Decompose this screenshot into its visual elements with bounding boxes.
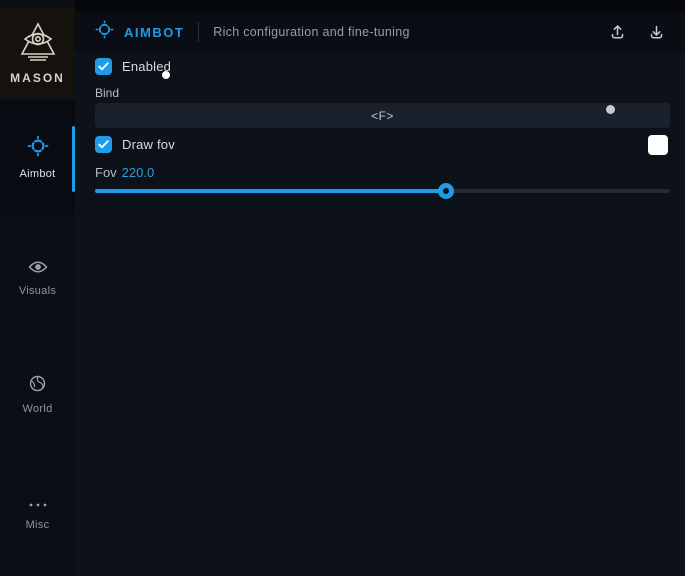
bind-input[interactable]: <F> xyxy=(95,103,670,128)
draw-fov-checkbox[interactable] xyxy=(95,136,112,153)
mason-app-window: MASON Aimbot Visuals xyxy=(0,0,685,576)
sidebar-item-aimbot[interactable]: Aimbot xyxy=(0,100,75,215)
page-subtitle: Rich configuration and fine-tuning xyxy=(213,25,409,39)
check-icon xyxy=(98,140,109,149)
logo: MASON xyxy=(0,7,75,98)
page-header: AIMBOT Rich configuration and fine-tunin… xyxy=(75,12,685,52)
active-indicator-bar xyxy=(72,126,75,192)
fov-color-swatch[interactable] xyxy=(648,135,668,155)
sidebar-item-misc[interactable]: Misc xyxy=(0,490,75,536)
sidebar-item-visuals[interactable]: Visuals xyxy=(0,255,75,301)
draw-fov-label: Draw fov xyxy=(122,137,175,152)
check-icon xyxy=(98,62,109,71)
bind-label: Bind xyxy=(95,86,119,100)
top-strip xyxy=(75,0,685,12)
logo-title: MASON xyxy=(10,71,65,85)
sidebar-item-label: World xyxy=(22,403,52,415)
sidebar-item-label: Aimbot xyxy=(19,168,55,180)
draw-fov-row: Draw fov xyxy=(95,136,175,153)
pyramid-eye-icon xyxy=(16,21,60,68)
eye-icon xyxy=(28,260,48,279)
fov-label: Fov xyxy=(95,165,117,180)
enabled-checkbox[interactable] xyxy=(95,58,112,75)
fov-slider[interactable] xyxy=(95,186,670,196)
page-title: AIMBOT xyxy=(124,25,184,40)
fov-value: 220.0 xyxy=(122,165,155,180)
download-config-button[interactable] xyxy=(644,20,669,45)
enabled-row: Enabled xyxy=(95,58,171,75)
header-divider xyxy=(198,22,199,42)
slider-handle[interactable] xyxy=(438,183,454,199)
sidebar-item-label: Visuals xyxy=(19,285,56,297)
mouse-cursor-dot xyxy=(162,71,170,79)
crosshair-icon xyxy=(95,20,114,44)
sidebar: MASON Aimbot Visuals xyxy=(0,0,75,576)
bind-value: <F> xyxy=(371,109,394,123)
crosshair-icon xyxy=(27,135,49,162)
fov-row: Fov 220.0 xyxy=(95,165,154,180)
dots-icon xyxy=(28,495,48,513)
slider-fill xyxy=(95,189,446,193)
drag-handle-dot[interactable] xyxy=(606,105,615,114)
sidebar-item-label: Misc xyxy=(26,519,50,531)
globe-icon xyxy=(29,375,46,397)
main-panel: AIMBOT Rich configuration and fine-tunin… xyxy=(75,0,685,576)
upload-config-button[interactable] xyxy=(605,20,630,45)
sidebar-item-world[interactable]: World xyxy=(0,372,75,418)
slider-handle-hole xyxy=(443,188,449,194)
